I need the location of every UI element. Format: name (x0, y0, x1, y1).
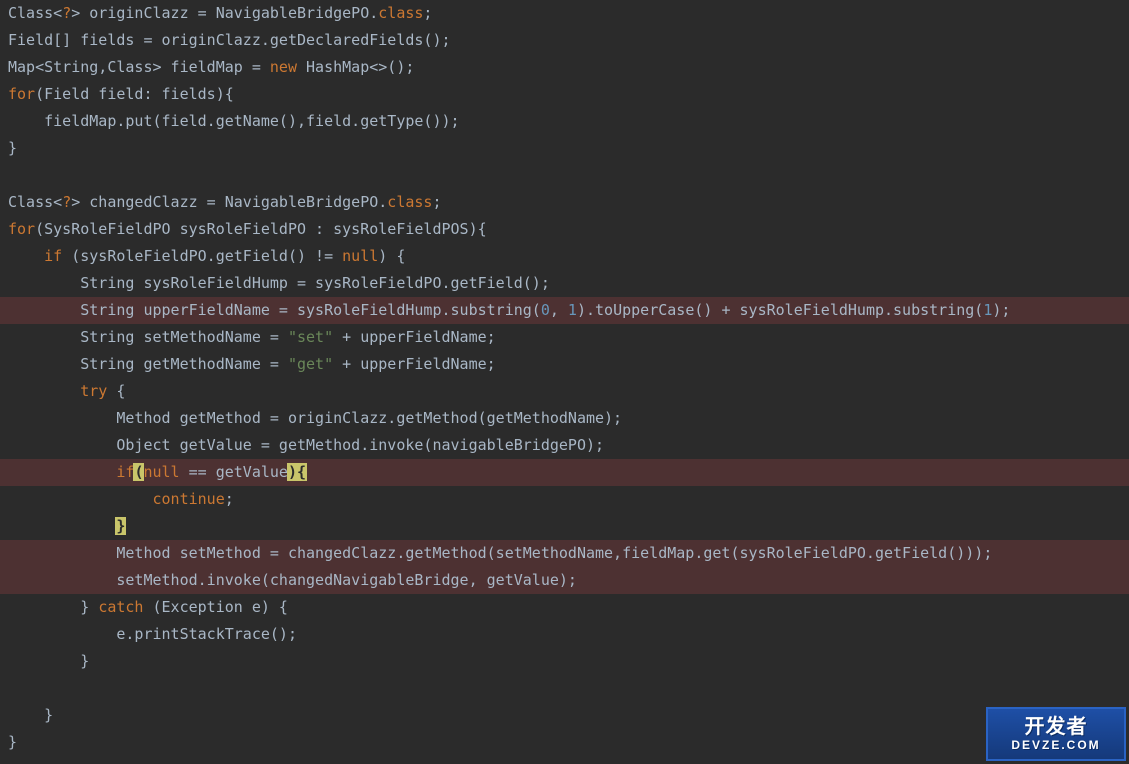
code-token-default: { (116, 382, 125, 400)
code-token-default: Method setMethod = changedClazz.getMetho… (8, 544, 992, 562)
code-token-number: 0 (541, 301, 550, 319)
code-token-keyword: new (270, 58, 306, 76)
code-line[interactable] (0, 675, 1129, 702)
code-line[interactable]: } (0, 729, 1129, 756)
code-token-default: (SysRoleFieldPO sysRoleFieldPO : sysRole… (35, 220, 487, 238)
code-line[interactable]: } (0, 702, 1129, 729)
code-token-default: ).toUpperCase() + sysRoleFieldHump.subst… (577, 301, 983, 319)
code-token-keyword: null (342, 247, 378, 265)
code-token-default (8, 382, 80, 400)
code-token-default: ); (992, 301, 1010, 319)
code-token-default: HashMap<>(); (306, 58, 414, 76)
code-token-keyword: class (387, 193, 432, 211)
code-line[interactable]: Object getValue = getMethod.invoke(navig… (0, 432, 1129, 459)
code-token-caret: } (115, 517, 126, 535)
code-token-keyword: try (80, 382, 116, 400)
code-token-default: String upperFieldName = sysRoleFieldHump… (8, 301, 541, 319)
code-token-default: } (8, 652, 89, 670)
code-line[interactable]: setMethod.invoke(changedNavigableBridge,… (0, 567, 1129, 594)
code-token-keyword: continue (153, 490, 225, 508)
code-token-default: == getValue (189, 463, 288, 481)
code-line[interactable]: } (0, 135, 1129, 162)
code-token-default: ) { (378, 247, 405, 265)
code-token-keyword: for (8, 220, 35, 238)
code-token-keyword: if (116, 463, 134, 481)
code-token-default: String setMethodName = (8, 328, 288, 346)
code-token-default: > originClazz = NavigableBridgePO. (71, 4, 378, 22)
code-line[interactable]: String sysRoleFieldHump = sysRoleFieldPO… (0, 270, 1129, 297)
code-token-string: "get" (288, 355, 342, 373)
code-line[interactable]: for(Field field: fields){ (0, 81, 1129, 108)
code-token-default: (sysRoleFieldPO.getField() != (71, 247, 342, 265)
code-token-number: 1 (568, 301, 577, 319)
code-line[interactable]: Method setMethod = changedClazz.getMetho… (0, 540, 1129, 567)
code-token-keyword: for (8, 85, 35, 103)
code-token-keyword: class (378, 4, 423, 22)
code-token-default: + upperFieldName; (342, 355, 496, 373)
code-line[interactable]: Class<?> originClazz = NavigableBridgePO… (0, 0, 1129, 27)
code-token-default: String getMethodName = (8, 355, 288, 373)
code-token-default: Object getValue = getMethod.invoke(navig… (8, 436, 604, 454)
code-token-default: Field[] fields = originClazz.getDeclared… (8, 31, 451, 49)
code-line[interactable]: Field[] fields = originClazz.getDeclared… (0, 27, 1129, 54)
code-token-default: String sysRoleFieldHump = sysRoleFieldPO… (8, 274, 550, 292)
code-token-default: ; (225, 490, 234, 508)
code-token-default: , (550, 301, 568, 319)
code-token-keyword: if (44, 247, 71, 265)
code-token-default: > changedClazz = NavigableBridgePO. (71, 193, 387, 211)
code-token-default (8, 463, 116, 481)
code-token-default: e.printStackTrace(); (8, 625, 297, 643)
code-token-default: ; (432, 193, 441, 211)
code-token-default (8, 490, 153, 508)
code-line[interactable]: } catch (Exception e) { (0, 594, 1129, 621)
code-line[interactable]: if(null == getValue){ (0, 459, 1129, 486)
code-line[interactable]: String setMethodName = "set" + upperFiel… (0, 324, 1129, 351)
code-token-default: Map<String,Class> fieldMap = (8, 58, 270, 76)
code-line[interactable]: if (sysRoleFieldPO.getField() != null) { (0, 243, 1129, 270)
code-token-default: setMethod.invoke(changedNavigableBridge,… (8, 571, 577, 589)
code-line[interactable]: e.printStackTrace(); (0, 621, 1129, 648)
code-token-default (8, 517, 116, 535)
code-line[interactable]: String upperFieldName = sysRoleFieldHump… (0, 297, 1129, 324)
code-token-keyword: null (143, 463, 188, 481)
code-line[interactable]: for(SysRoleFieldPO sysRoleFieldPO : sysR… (0, 216, 1129, 243)
code-token-default: Class< (8, 193, 62, 211)
code-token-default: Class< (8, 4, 62, 22)
code-token-default: ; (423, 4, 432, 22)
code-token-keyword: catch (98, 598, 152, 616)
code-editor[interactable]: Class<?> originClazz = NavigableBridgePO… (0, 0, 1129, 764)
code-token-default: + upperFieldName; (342, 328, 496, 346)
code-line[interactable]: continue; (0, 486, 1129, 513)
code-token-default: (Field field: fields){ (35, 85, 234, 103)
code-line[interactable]: Class<?> changedClazz = NavigableBridgeP… (0, 189, 1129, 216)
code-token-default: } (8, 706, 53, 724)
code-line[interactable]: Map<String,Class> fieldMap = new HashMap… (0, 54, 1129, 81)
code-token-default: } (8, 598, 98, 616)
code-token-keyword: ? (62, 193, 71, 211)
code-token-default: } (8, 733, 17, 751)
code-token-keyword: ? (62, 4, 71, 22)
code-token-string: "set" (288, 328, 342, 346)
code-line[interactable]: } (0, 648, 1129, 675)
code-line[interactable]: } (0, 513, 1129, 540)
code-token-default: (Exception e) { (153, 598, 288, 616)
code-token-default: Method getMethod = originClazz.getMethod… (8, 409, 622, 427)
code-token-caret: { (296, 463, 307, 481)
code-line[interactable]: try { (0, 378, 1129, 405)
code-line[interactable]: fieldMap.put(field.getName(),field.getTy… (0, 108, 1129, 135)
code-line[interactable] (0, 162, 1129, 189)
code-token-default: fieldMap.put(field.getName(),field.getTy… (8, 112, 460, 130)
code-line[interactable]: Method getMethod = originClazz.getMethod… (0, 405, 1129, 432)
code-line[interactable]: String getMethodName = "get" + upperFiel… (0, 351, 1129, 378)
code-token-default: } (8, 139, 17, 157)
code-token-default (8, 247, 44, 265)
